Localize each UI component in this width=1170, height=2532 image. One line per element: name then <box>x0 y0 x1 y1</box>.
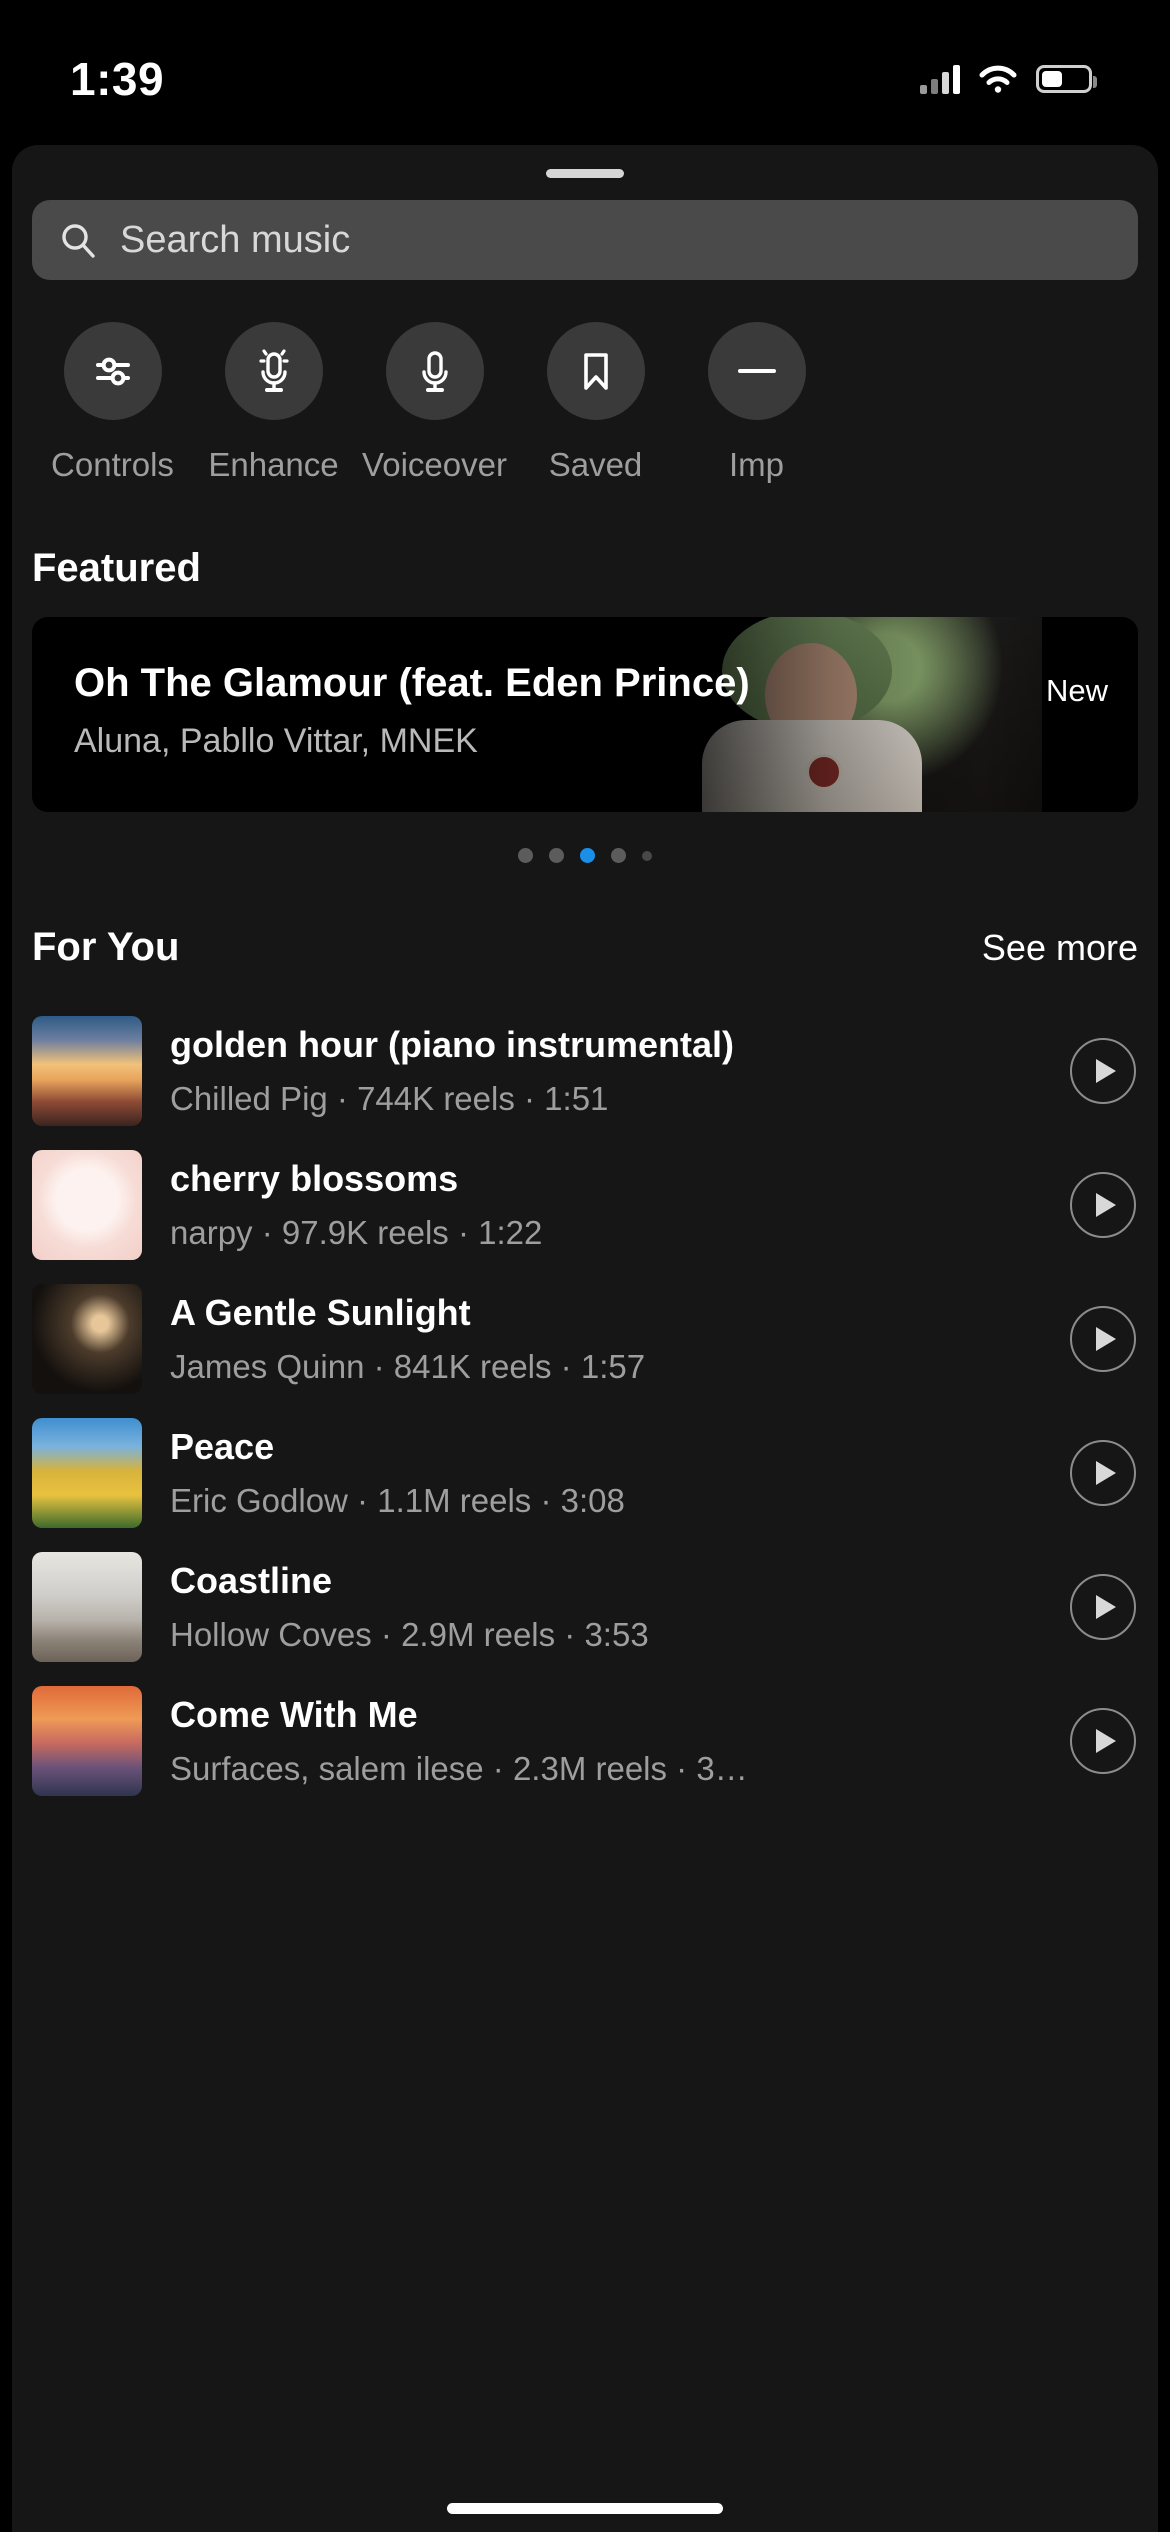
play-icon[interactable] <box>1070 1574 1136 1640</box>
home-indicator[interactable] <box>447 2503 723 2514</box>
drag-handle[interactable] <box>546 169 624 178</box>
track-subtitle: Eric Godlow · 1.1M reels · 3:08 <box>170 1482 625 1519</box>
featured-card[interactable]: Oh The Glamour (feat. Eden Prince) Aluna… <box>32 617 1138 812</box>
track-title: Peace <box>170 1426 275 1467</box>
featured-track-title: Oh The Glamour (feat. Eden Prince) <box>74 661 750 705</box>
enhance-mic-icon <box>224 322 323 420</box>
track-thumbnail <box>32 1016 142 1126</box>
quick-action-voiceover[interactable]: Voiceover <box>354 322 515 484</box>
status-badge: New <box>1045 673 1108 708</box>
import-icon <box>707 322 806 420</box>
quick-action-label: Saved <box>548 446 643 483</box>
track-meta: Come With Me Surfaces, salem ilese · 2.3… <box>142 1694 1070 1788</box>
track-subtitle: Surfaces, salem ilese · 2.3M reels · 3… <box>170 1750 748 1787</box>
sliders-icon <box>63 322 162 420</box>
quick-action-import[interactable]: Imp <box>676 322 837 484</box>
see-more-button[interactable]: See more <box>982 927 1138 969</box>
play-icon[interactable] <box>1070 1306 1136 1372</box>
play-icon[interactable] <box>1070 1038 1136 1104</box>
list-item[interactable]: golden hour (piano instrumental) Chilled… <box>12 1004 1158 1138</box>
list-item[interactable]: Come With Me Surfaces, salem ilese · 2.3… <box>12 1674 1158 1808</box>
play-icon[interactable] <box>1070 1440 1136 1506</box>
quick-action-label: Voiceover <box>362 446 507 483</box>
track-thumbnail <box>32 1552 142 1662</box>
list-item[interactable]: A Gentle Sunlight James Quinn · 841K ree… <box>12 1272 1158 1406</box>
status-bar: 1:39 <box>0 0 1170 150</box>
page-title: Featured <box>32 546 201 590</box>
quick-action-label: Enhance <box>208 446 339 483</box>
featured-section-header: Featured <box>32 546 1138 591</box>
track-thumbnail <box>32 1418 142 1528</box>
pagination-dot-active[interactable] <box>580 848 595 863</box>
featured-text: Oh The Glamour (feat. Eden Prince) Aluna… <box>74 661 908 761</box>
play-icon[interactable] <box>1070 1172 1136 1238</box>
track-title: golden hour (piano instrumental) <box>170 1024 734 1065</box>
track-subtitle: Hollow Coves · 2.9M reels · 3:53 <box>170 1616 649 1653</box>
status-indicators <box>920 64 1097 94</box>
quick-action-label: Controls <box>51 446 174 483</box>
list-item[interactable]: Coastline Hollow Coves · 2.9M reels · 3:… <box>12 1540 1158 1674</box>
quick-actions-row[interactable]: Controls Enhance Voiceover Saved Imp <box>12 322 1158 484</box>
track-meta: Peace Eric Godlow · 1.1M reels · 3:08 <box>142 1426 1070 1520</box>
pagination-dot[interactable] <box>611 848 626 863</box>
list-item[interactable]: Peace Eric Godlow · 1.1M reels · 3:08 <box>12 1406 1158 1540</box>
pagination-dot[interactable] <box>549 848 564 863</box>
battery-icon <box>1036 65 1097 93</box>
track-subtitle: James Quinn · 841K reels · 1:57 <box>170 1348 646 1385</box>
track-title: cherry blossoms <box>170 1158 459 1199</box>
track-meta: Coastline Hollow Coves · 2.9M reels · 3:… <box>142 1560 1070 1654</box>
quick-action-controls[interactable]: Controls <box>32 322 193 484</box>
track-title: A Gentle Sunlight <box>170 1292 471 1333</box>
featured-artists: Aluna, Pabllo Vittar, MNEK <box>74 722 478 760</box>
quick-action-enhance[interactable]: Enhance <box>193 322 354 484</box>
bookmark-icon <box>546 322 645 420</box>
pagination-dot[interactable] <box>642 850 652 861</box>
for-you-header: For You See more <box>32 925 1138 970</box>
quick-action-label: Imp <box>728 446 784 483</box>
microphone-icon <box>385 322 484 420</box>
status-time: 1:39 <box>70 53 165 105</box>
carousel-pagination[interactable] <box>12 848 1158 863</box>
track-subtitle: Chilled Pig · 744K reels · 1:51 <box>170 1080 609 1117</box>
search-placeholder: Search music <box>120 218 351 261</box>
track-thumbnail <box>32 1686 142 1796</box>
music-sheet: Search music Controls Enhance Voiceover … <box>12 145 1158 2532</box>
quick-action-saved[interactable]: Saved <box>515 322 676 484</box>
track-title: Come With Me <box>170 1694 418 1735</box>
cellular-signal-icon <box>920 64 960 94</box>
track-meta: golden hour (piano instrumental) Chilled… <box>142 1024 1070 1118</box>
track-thumbnail <box>32 1284 142 1394</box>
track-list: golden hour (piano instrumental) Chilled… <box>12 1004 1158 1808</box>
search-icon <box>62 224 95 258</box>
track-subtitle: narpy · 97.9K reels · 1:22 <box>170 1214 543 1251</box>
track-title: Coastline <box>170 1560 333 1601</box>
list-item[interactable]: cherry blossoms narpy · 97.9K reels · 1:… <box>12 1138 1158 1272</box>
pagination-dot[interactable] <box>518 848 533 863</box>
track-thumbnail <box>32 1150 142 1260</box>
for-you-title: For You <box>32 925 180 969</box>
track-meta: A Gentle Sunlight James Quinn · 841K ree… <box>142 1292 1070 1386</box>
wifi-icon <box>979 65 1017 93</box>
play-icon[interactable] <box>1070 1708 1136 1774</box>
search-input[interactable]: Search music <box>32 200 1138 280</box>
phone-screen: 1:39 Search music Controls Enhance Voice… <box>0 0 1170 2532</box>
track-meta: cherry blossoms narpy · 97.9K reels · 1:… <box>142 1158 1070 1252</box>
